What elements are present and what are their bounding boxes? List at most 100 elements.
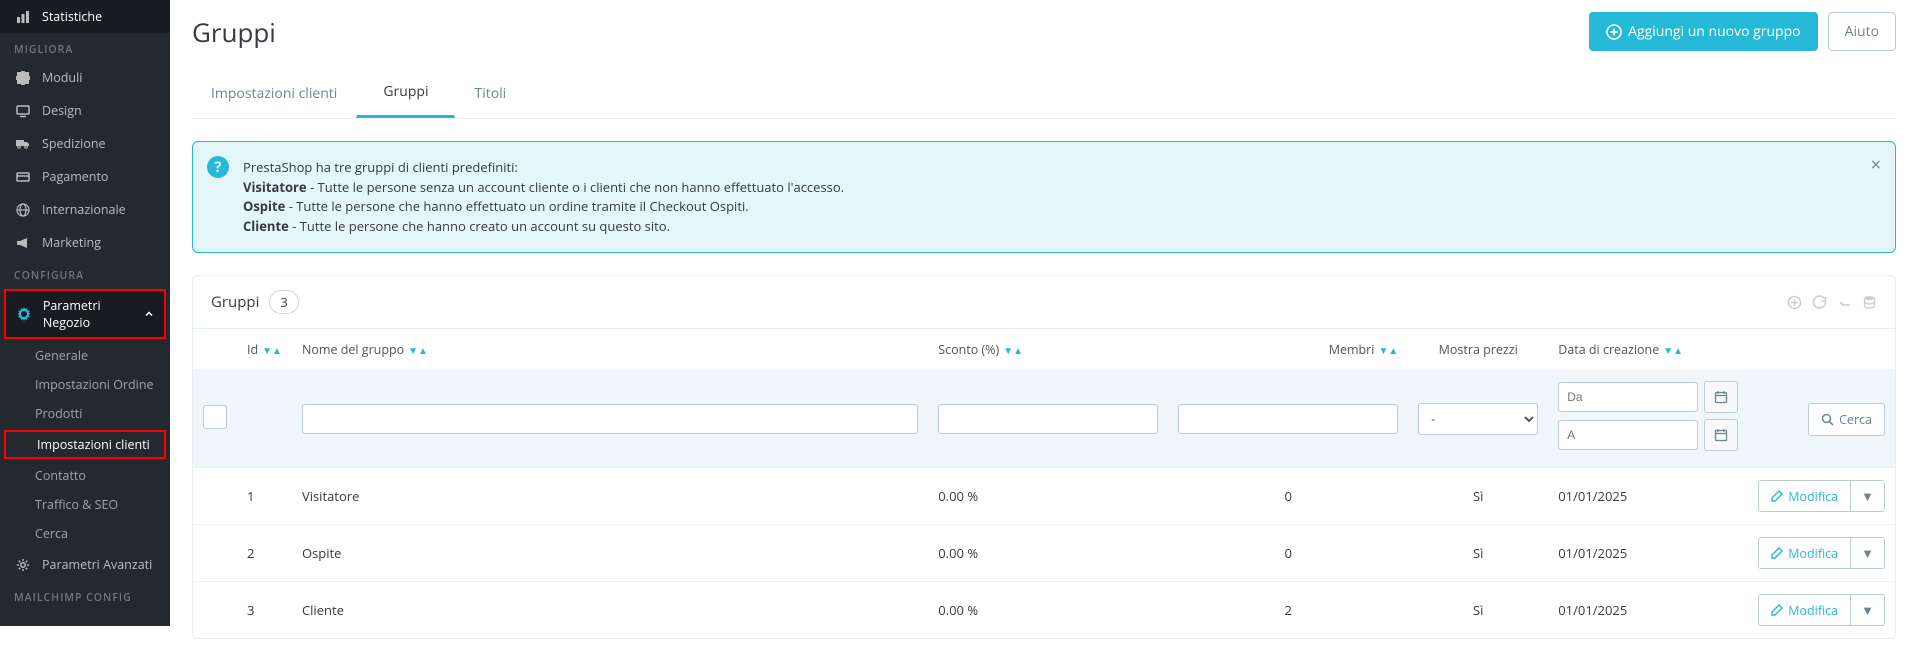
tab-impostazioni-clienti[interactable]: Impostazioni clienti: [192, 69, 356, 118]
alert-bold-visitatore: Visitatore: [243, 178, 307, 196]
card-icon: [14, 170, 32, 184]
sidebar-item-label: Marketing: [42, 234, 101, 251]
sort-icon: ▼▲: [262, 343, 282, 357]
filter-date-from-input[interactable]: [1558, 382, 1698, 412]
groups-table: Id▼▲ Nome del gruppo▼▲ Sconto (%)▼▲ Memb…: [193, 329, 1895, 638]
sidebar-item-design[interactable]: Design: [0, 94, 170, 127]
cell-show-prices: Sì: [1408, 582, 1548, 639]
button-label: Aggiungi un nuovo gruppo: [1628, 22, 1800, 41]
alert-bold-ospite: Ospite: [243, 197, 285, 215]
table-row: 3 Cliente 0.00 % 2 Sì 01/01/2025 Modific…: [193, 582, 1895, 639]
alert-text-3: - Tutte le persone che hanno creato un a…: [289, 217, 670, 235]
globe-icon: [14, 203, 32, 217]
alert-bold-cliente: Cliente: [243, 217, 289, 235]
sidebar-item-pagamento[interactable]: Pagamento: [0, 160, 170, 193]
tab-titoli[interactable]: Titoli: [455, 69, 525, 118]
sort-icon: ▼▲: [1663, 343, 1683, 357]
puzzle-icon: [14, 71, 32, 85]
sql-icon[interactable]: [1837, 295, 1852, 310]
alert-line-1: PrestaShop ha tre gruppi di clienti pred…: [243, 158, 1877, 178]
sidebar-item-label: Parametri Avanzati: [42, 556, 152, 573]
cell-created: 01/01/2025: [1548, 525, 1748, 582]
filter-show-prices-select[interactable]: -: [1418, 403, 1538, 435]
sidebar-item-label: Parametri Negozio: [43, 297, 144, 331]
sort-icon: ▼▲: [1003, 343, 1023, 357]
add-group-button[interactable]: Aggiungi un nuovo gruppo: [1589, 12, 1817, 51]
cell-discount: 0.00 %: [928, 525, 1168, 582]
main-content: Gruppi Aggiungi un nuovo gruppo Aiuto Im…: [170, 0, 1918, 659]
sidebar-sub-traffico-seo[interactable]: Traffico & SEO: [0, 490, 170, 519]
sidebar-item-label: Internazionale: [42, 201, 126, 218]
sidebar-sub-generale[interactable]: Generale: [0, 341, 170, 370]
sidebar-sub-ordine[interactable]: Impostazioni Ordine: [0, 370, 170, 399]
page-title: Gruppi: [192, 14, 276, 50]
row-actions-dropdown[interactable]: ▼: [1851, 594, 1885, 626]
alert-text-2: - Tutte le persone che hanno effettuato …: [285, 197, 748, 215]
cell-id: 3: [237, 582, 292, 639]
modify-button[interactable]: Modifica: [1758, 480, 1851, 512]
settings-advanced-icon: [14, 558, 32, 572]
sidebar-item-parametri-negozio[interactable]: Parametri Negozio: [4, 289, 166, 339]
sidebar-item-parametri-avanzati[interactable]: Parametri Avanzati: [0, 548, 170, 581]
select-all-checkbox[interactable]: [203, 405, 227, 429]
sidebar-item-moduli[interactable]: Moduli: [0, 61, 170, 94]
sort-icon: ▼▲: [1378, 343, 1398, 357]
page-header: Gruppi Aggiungi un nuovo gruppo Aiuto: [192, 0, 1896, 69]
add-icon[interactable]: [1787, 295, 1802, 310]
filter-discount-input[interactable]: [938, 404, 1158, 434]
alert-text-1: - Tutte le persone senza un account clie…: [307, 178, 844, 196]
sidebar-item-label: Moduli: [42, 69, 82, 86]
tab-gruppi[interactable]: Gruppi: [356, 69, 455, 118]
export-icon[interactable]: [1862, 295, 1877, 310]
sidebar-item-label: Spedizione: [42, 135, 106, 152]
sidebar-item-marketing[interactable]: Marketing: [0, 226, 170, 259]
chevron-up-icon: [144, 309, 154, 319]
cell-name: Ospite: [292, 525, 928, 582]
cell-show-prices: Sì: [1408, 468, 1548, 525]
sidebar-sub-cerca[interactable]: Cerca: [0, 519, 170, 548]
groups-panel: Gruppi 3 Id▼▲ Nome del gruppo▼▲ Sconto (…: [192, 275, 1896, 639]
plus-circle-icon: [1606, 24, 1622, 40]
filter-date-to-input[interactable]: [1558, 420, 1698, 450]
search-icon: [1821, 413, 1834, 426]
row-actions-dropdown[interactable]: ▼: [1851, 537, 1885, 569]
chart-bar-icon: [14, 10, 32, 24]
col-members[interactable]: Membri▼▲: [1168, 329, 1408, 371]
sidebar-item-label: Statistiche: [42, 8, 102, 25]
cell-created: 01/01/2025: [1548, 582, 1748, 639]
cell-show-prices: Sì: [1408, 525, 1548, 582]
refresh-icon[interactable]: [1812, 295, 1827, 310]
close-alert-button[interactable]: ×: [1871, 152, 1881, 179]
col-name[interactable]: Nome del gruppo▼▲: [292, 329, 928, 371]
cell-id: 1: [237, 468, 292, 525]
help-button[interactable]: Aiuto: [1828, 12, 1896, 51]
sidebar-section-mailchimp: MAILCHIMP CONFIG: [0, 581, 170, 609]
modify-button[interactable]: Modifica: [1758, 594, 1851, 626]
calendar-to-button[interactable]: [1704, 419, 1738, 451]
gear-icon: [16, 307, 33, 321]
cell-id: 2: [237, 525, 292, 582]
sidebar-item-statistiche[interactable]: Statistiche: [0, 0, 170, 33]
tabs: Impostazioni clienti Gruppi Titoli: [192, 69, 1896, 119]
cell-name: Cliente: [292, 582, 928, 639]
filter-name-input[interactable]: [302, 404, 918, 434]
modify-button[interactable]: Modifica: [1758, 537, 1851, 569]
sidebar-item-internazionale[interactable]: Internazionale: [0, 193, 170, 226]
sidebar-section-improve: MIGLIORA: [0, 33, 170, 61]
calendar-from-button[interactable]: [1704, 381, 1738, 413]
cell-created: 01/01/2025: [1548, 468, 1748, 525]
sidebar-sub-prodotti[interactable]: Prodotti: [0, 399, 170, 428]
search-button[interactable]: Cerca: [1808, 403, 1885, 436]
panel-title: Gruppi: [211, 292, 259, 312]
sidebar-sub-clienti[interactable]: Impostazioni clienti: [4, 430, 166, 459]
row-actions-dropdown[interactable]: ▼: [1851, 480, 1885, 512]
monitor-icon: [14, 104, 32, 118]
cell-members: 2: [1168, 582, 1408, 639]
filter-members-input[interactable]: [1178, 404, 1398, 434]
sidebar-item-spedizione[interactable]: Spedizione: [0, 127, 170, 160]
sidebar-sub-contatto[interactable]: Contatto: [0, 461, 170, 490]
col-created[interactable]: Data di creazione▼▲: [1548, 329, 1748, 371]
col-id[interactable]: Id▼▲: [237, 329, 292, 371]
col-discount[interactable]: Sconto (%)▼▲: [928, 329, 1168, 371]
info-alert: ? × PrestaShop ha tre gruppi di clienti …: [192, 141, 1896, 253]
